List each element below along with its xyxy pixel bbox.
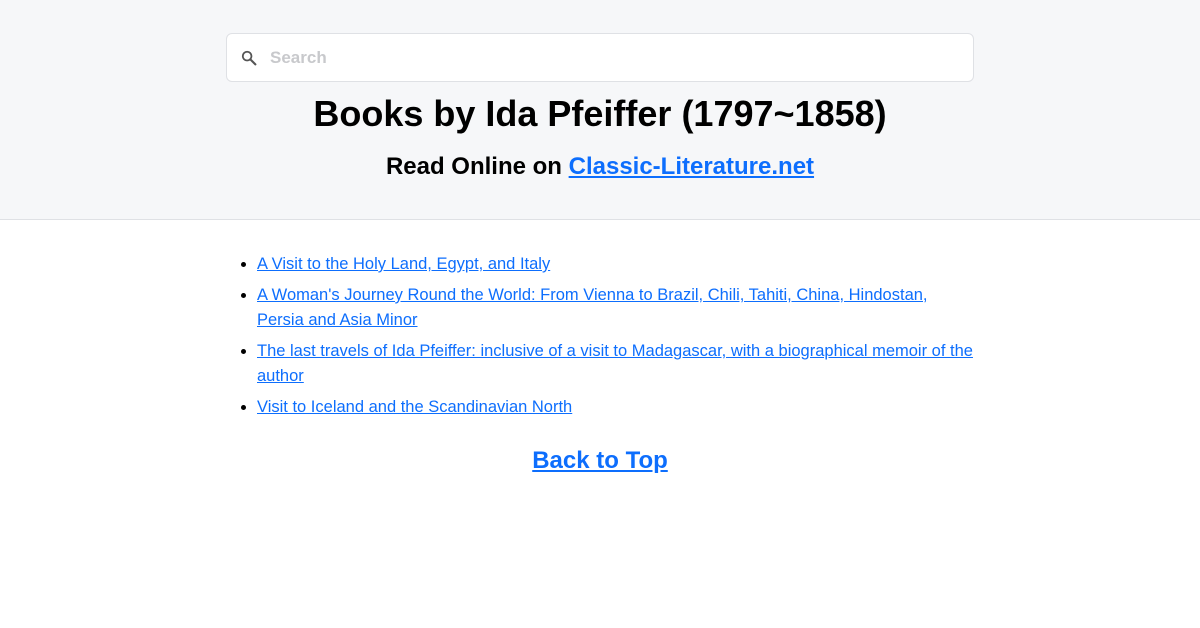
book-list: A Visit to the Holy Land, Egypt, and Ita… (226, 252, 976, 426)
back-to-top-link[interactable]: Back to Top (532, 447, 668, 474)
search-icon (241, 50, 257, 66)
page-header: Books by Ida Pfeiffer (1797~1858) Read O… (0, 0, 1200, 220)
search-box[interactable] (226, 33, 974, 82)
book-link[interactable]: Visit to Iceland and the Scandinavian No… (257, 398, 572, 416)
site-link[interactable]: Classic-Literature.net (569, 153, 814, 180)
list-item: Visit to Iceland and the Scandinavian No… (257, 395, 976, 420)
list-item: A Visit to the Holy Land, Egypt, and Ita… (257, 252, 976, 277)
list-item: A Woman's Journey Round the World: From … (257, 283, 976, 333)
book-link[interactable]: A Visit to the Holy Land, Egypt, and Ita… (257, 255, 550, 273)
list-item: The last travels of Ida Pfeiffer: inclus… (257, 339, 976, 389)
book-link[interactable]: A Woman's Journey Round the World: From … (257, 286, 928, 329)
search-input[interactable] (270, 34, 960, 81)
page-title: Books by Ida Pfeiffer (1797~1858) (313, 93, 887, 134)
subtitle-prefix: Read Online on (385, 153, 569, 180)
back-to-top: Back to Top (0, 445, 1200, 477)
book-link[interactable]: The last travels of Ida Pfeiffer: inclus… (257, 342, 973, 385)
page-subtitle: Read Online on Classic-Literature.net (0, 151, 1200, 183)
